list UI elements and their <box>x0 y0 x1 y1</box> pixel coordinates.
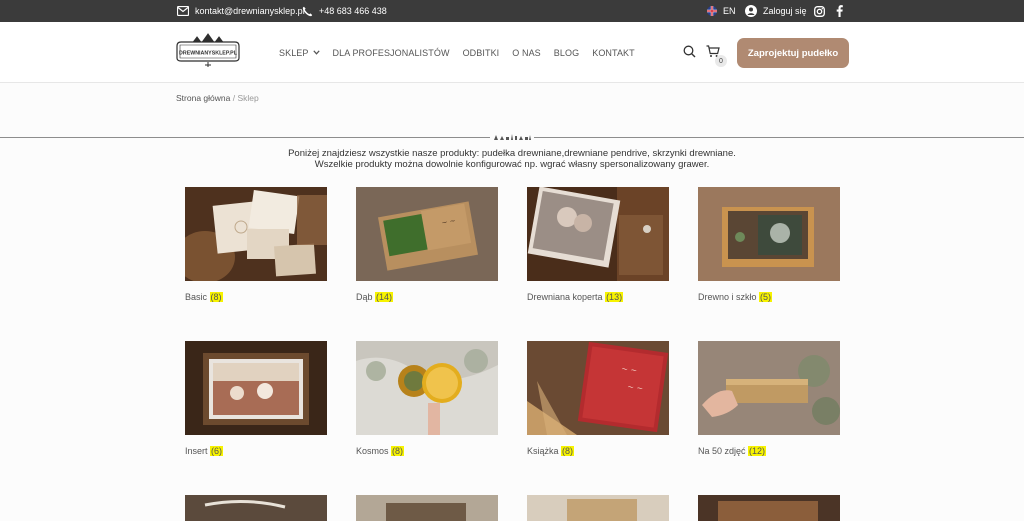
category-image-basic[interactable] <box>185 187 327 281</box>
category-image-kosmos[interactable] <box>356 341 498 435</box>
category-label[interactable]: Drewniana koperta (13) <box>527 292 669 302</box>
chevron-down-icon <box>312 50 320 55</box>
nav-label: O NAS <box>512 47 541 58</box>
category-name: Książka <box>527 446 559 456</box>
category-count: (8) <box>391 446 405 456</box>
breadcrumb: Strona główna / Sklep <box>176 93 259 103</box>
uk-flag-icon <box>707 6 717 16</box>
phone-text: +48 683 466 438 <box>319 6 387 16</box>
logo-text: DREWNIANYSKLEP.PL <box>179 51 238 57</box>
category-label[interactable]: Basic (8) <box>185 292 327 302</box>
category-label[interactable]: Dąb (14) <box>356 292 498 302</box>
category-card-basic[interactable]: Basic (8) <box>185 187 327 302</box>
nav-label: ODBITKI <box>462 47 500 58</box>
email-contact[interactable]: kontakt@drewnianysklep.pl <box>177 0 305 22</box>
ornament-icon <box>494 134 531 140</box>
category-image-insert[interactable] <box>185 341 327 435</box>
nav-label: DLA PROFESJONALISTÓW <box>332 47 450 58</box>
category-card-dab[interactable]: ~ ~ Dąb (14) <box>356 187 498 302</box>
category-label[interactable]: Insert (6) <box>185 446 327 456</box>
category-card-row3-2[interactable] <box>356 495 498 521</box>
category-count: (12) <box>748 446 767 456</box>
breadcrumb-home[interactable]: Strona główna <box>176 93 230 103</box>
user-icon <box>745 5 757 17</box>
intro-text: Poniżej znajdziesz wszystkie nasze produ… <box>0 148 1024 170</box>
site-logo[interactable]: DREWNIANYSKLEP.PL <box>175 32 241 70</box>
category-name: Insert <box>185 446 208 456</box>
cart-count-badge: 0 <box>715 55 727 67</box>
login-label: Zaloguj się <box>763 6 807 16</box>
nav-kontakt[interactable]: KONTAKT <box>592 48 635 58</box>
category-label[interactable]: Kosmos (8) <box>356 446 498 456</box>
category-card-insert[interactable]: Insert (6) <box>185 341 327 456</box>
divider-line-left <box>0 137 490 138</box>
design-box-button[interactable]: Zaprojektuj pudełko <box>737 38 849 68</box>
nav-label: SKLEP <box>279 47 309 58</box>
language-switcher[interactable]: EN <box>707 0 736 22</box>
main-nav: SKLEP DLA PROFESJONALISTÓW ODBITKI O NAS… <box>279 22 648 83</box>
category-count: (6) <box>210 446 224 456</box>
category-card-na-50-zdjec[interactable]: Na 50 zdjęć (12) <box>698 341 840 456</box>
category-image-ksiazka[interactable]: ~ ~ ~ ~ <box>527 341 669 435</box>
main-header: DREWNIANYSKLEP.PL SKLEP DLA PROFESJONALI… <box>0 22 1024 83</box>
login-link[interactable]: Zaloguj się <box>745 0 807 22</box>
phone-icon <box>302 6 313 16</box>
category-card-drewno-i-szklo[interactable]: Drewno i szkło (5) <box>698 187 840 302</box>
category-name: Drewno i szkło <box>698 292 757 302</box>
category-label[interactable]: Książka (8) <box>527 446 669 456</box>
nav-label: BLOG <box>553 47 580 58</box>
category-image-drewno-i-szklo[interactable] <box>698 187 840 281</box>
facebook-icon <box>836 5 843 17</box>
category-label[interactable]: Na 50 zdjęć (12) <box>698 446 840 456</box>
category-image[interactable] <box>356 495 498 521</box>
divider-line-right <box>534 137 1024 138</box>
language-label: EN <box>723 6 736 16</box>
category-card-row3-1[interactable] <box>185 495 327 521</box>
category-name: Basic <box>185 292 208 302</box>
category-image[interactable] <box>698 495 840 521</box>
nav-sklep[interactable]: SKLEP <box>279 48 320 58</box>
email-text: kontakt@drewnianysklep.pl <box>195 6 305 16</box>
category-name: Na 50 zdjęć <box>698 446 746 456</box>
nav-dla-profesjonalistow[interactable]: DLA PROFESJONALISTÓW <box>333 48 450 58</box>
instagram-icon <box>814 5 825 17</box>
search-icon[interactable] <box>683 45 696 58</box>
category-name: Drewniana koperta <box>527 292 603 302</box>
category-card-row3-4[interactable] <box>698 495 840 521</box>
nav-odbitki[interactable]: ODBITKI <box>463 48 500 58</box>
instagram-link[interactable] <box>814 0 825 22</box>
nav-label: KONTAKT <box>592 47 635 58</box>
section-divider <box>0 134 1024 140</box>
category-image-na-50-zdjec[interactable] <box>698 341 840 435</box>
top-bar: kontakt@drewnianysklep.pl +48 683 466 43… <box>0 0 1024 22</box>
category-count: (8) <box>209 292 223 302</box>
phone-contact[interactable]: +48 683 466 438 <box>302 0 387 22</box>
category-card-ksiazka[interactable]: ~ ~ ~ ~ Książka (8) <box>527 341 669 456</box>
category-count: (8) <box>561 446 575 456</box>
category-image[interactable] <box>527 495 669 521</box>
category-image[interactable] <box>185 495 327 521</box>
intro-line-2: Wszelkie produkty można dowolnie konfigu… <box>314 158 710 170</box>
category-label[interactable]: Drewno i szkło (5) <box>698 292 840 302</box>
category-count: (14) <box>375 292 394 302</box>
category-image-drewniana-koperta[interactable] <box>527 187 669 281</box>
nav-blog[interactable]: BLOG <box>554 48 579 58</box>
facebook-link[interactable] <box>836 0 843 22</box>
category-name: Kosmos <box>356 446 389 456</box>
nav-o-nas[interactable]: O NAS <box>512 48 541 58</box>
category-card-drewniana-koperta[interactable]: Drewniana koperta (13) <box>527 187 669 302</box>
category-count: (5) <box>759 292 773 302</box>
category-card-row3-3[interactable] <box>527 495 669 521</box>
category-card-kosmos[interactable]: Kosmos (8) <box>356 341 498 456</box>
breadcrumb-current: Sklep <box>237 93 259 103</box>
category-count: (13) <box>605 292 624 302</box>
category-image-dab[interactable]: ~ ~ <box>356 187 498 281</box>
intro-line-1: Poniżej znajdziesz wszystkie nasze produ… <box>288 148 736 159</box>
category-name: Dąb <box>356 292 373 302</box>
mail-icon <box>177 6 189 16</box>
